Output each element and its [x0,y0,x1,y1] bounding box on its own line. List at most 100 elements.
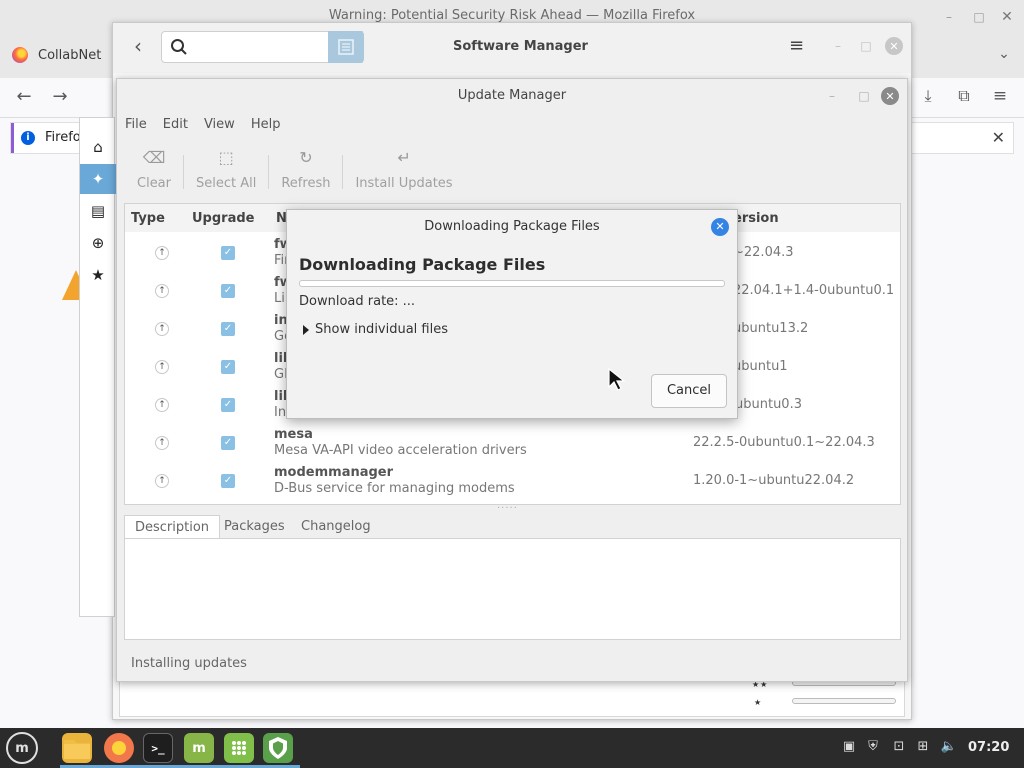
upgrade-type-icon: ↑ [155,436,169,450]
minimize-icon[interactable]: – [829,37,847,55]
forward-arrow-icon[interactable]: → [48,84,72,108]
clear-button[interactable]: ⌫ Clear [127,147,181,192]
refresh-label: Refresh [281,176,331,191]
shield-tray-icon[interactable]: ⛨ [864,738,882,756]
download-rate: Download rate: ... [299,294,416,309]
rating-bar [792,698,896,704]
downloads-icon[interactable]: ⤓ [916,84,940,108]
menu-edit[interactable]: Edit [163,117,188,137]
package-name: modemmanager [274,465,394,480]
close-icon[interactable]: ✕ [881,87,899,105]
shield-launcher-icon[interactable] [263,733,293,763]
upgrade-type-icon: ↑ [155,360,169,374]
upgrade-checkbox[interactable]: ✓ [221,360,235,374]
close-icon[interactable]: ✕ [885,37,903,55]
download-progress-bar [299,280,725,287]
table-row[interactable]: ↑ ✓ modemmanager D-Bus service for manag… [125,462,900,500]
notice-text: Firefo [45,130,81,145]
package-version: ubuntu0.3 [735,397,802,412]
toolbar: ⌫ Clear ⬚ Select All ↻ Refresh ↵ Install… [127,147,463,192]
minimize-icon[interactable]: – [940,8,958,26]
return-arrow-icon: ↵ [397,148,411,167]
tab-list-chevron-icon[interactable]: ⌄ [992,42,1016,66]
mint-logo-icon: m [192,740,206,756]
extensions-icon[interactable]: ⧉ [952,84,976,108]
back-chevron-icon[interactable]: ‹ [127,34,149,58]
mintupdate-icon[interactable]: m [184,733,214,763]
lifebuoy-icon[interactable]: ⊕ [80,228,116,258]
upgrade-checkbox[interactable]: ✓ [221,284,235,298]
column-version[interactable]: ersion [733,211,779,226]
software-manager-launcher-icon[interactable] [224,733,254,763]
upgrade-checkbox[interactable]: ✓ [221,246,235,260]
menu-file[interactable]: File [125,117,147,137]
firefox-launcher-icon[interactable] [104,733,134,763]
home-icon[interactable]: ⌂ [80,132,116,162]
start-menu-button[interactable]: m [6,732,38,764]
files-folder-icon[interactable] [62,733,92,763]
clock[interactable]: 07:20 [968,740,1009,755]
maximize-icon[interactable]: □ [855,87,873,105]
star-icon[interactable]: ★ [80,260,116,290]
package-version: ubuntu1 [733,359,788,374]
menu-icon[interactable]: ≡ [789,37,807,55]
firefox-tab[interactable]: CollabNet [0,38,112,72]
search-filter-button[interactable] [328,31,364,63]
book-icon[interactable]: ▤ [80,196,116,226]
close-icon[interactable]: ✕ [711,218,729,236]
tab-changelog[interactable]: Changelog [291,515,381,539]
package-description: Mesa VA-API video acceleration drivers [274,443,527,458]
back-arrow-icon[interactable]: ← [12,84,36,108]
upgrade-checkbox[interactable]: ✓ [221,436,235,450]
firefox-window-title: Warning: Potential Security Risk Ahead —… [328,8,696,23]
cancel-button[interactable]: Cancel [651,374,727,408]
menu-view[interactable]: View [204,117,235,137]
notice-close-icon[interactable]: ✕ [992,128,1005,147]
menu-help[interactable]: Help [251,117,281,137]
package-version: ~22.04.3 [733,245,794,260]
install-updates-button[interactable]: ↵ Install Updates [345,147,462,192]
column-upgrade[interactable]: Upgrade [192,211,254,226]
dialog-heading: Downloading Package Files [299,255,546,274]
package-version: ubuntu13.2 [733,321,809,336]
menubar: File Edit View Help [125,117,280,137]
tab-description[interactable]: Description [124,515,221,539]
package-name: mesa [274,427,313,442]
show-files-expander[interactable]: Show individual files [303,322,448,337]
mouse-cursor-icon [608,368,626,391]
maximize-icon[interactable]: □ [970,8,988,26]
upgrade-type-icon: ↑ [155,322,169,336]
close-icon[interactable]: ✕ [998,8,1016,26]
upgrade-type-icon: ↑ [155,398,169,412]
pane-resize-handle[interactable]: ····· [497,503,518,514]
select-all-button[interactable]: ⬚ Select All [186,147,266,192]
lightbulb-icon[interactable]: ✦ [80,164,116,194]
package-description: In [274,405,287,420]
select-all-label: Select All [196,176,257,191]
terminal-icon[interactable]: >_ [143,733,173,763]
software-manager-sidebar: ⌂ ✦ ▤ ⊕ ★ [79,117,116,617]
table-row[interactable]: ↑ ✓ mesa Mesa VA-API video acceleration … [125,424,900,462]
column-type[interactable]: Type [131,211,165,226]
toolbar-separator [183,155,184,189]
select-all-icon: ⬚ [218,148,234,167]
tab-packages[interactable]: Packages [214,515,295,539]
rating-star-icon: ★ [754,698,763,707]
clipboard-tray-icon[interactable]: ▣ [840,738,858,756]
volume-tray-icon[interactable]: 🔈 [940,738,958,756]
upgrade-checkbox[interactable]: ✓ [221,322,235,336]
upgrade-checkbox[interactable]: ✓ [221,398,235,412]
upgrade-type-icon: ↑ [155,246,169,260]
search-icon [171,39,187,55]
update-tray-icon[interactable]: ⊡ [890,738,908,756]
backspace-icon: ⌫ [142,148,166,167]
refresh-button[interactable]: ↻ Refresh [271,147,340,192]
expander-arrow-icon [303,324,309,335]
maximize-icon[interactable]: □ [857,37,875,55]
minimize-icon[interactable]: – [823,87,841,105]
upgrade-checkbox[interactable]: ✓ [221,474,235,488]
hamburger-menu-icon[interactable]: ≡ [988,84,1012,108]
downloading-dialog: Downloading Package Files ✕ Downloading … [286,209,738,419]
network-tray-icon[interactable]: ⊞ [914,738,932,756]
upgrade-type-icon: ↑ [155,284,169,298]
